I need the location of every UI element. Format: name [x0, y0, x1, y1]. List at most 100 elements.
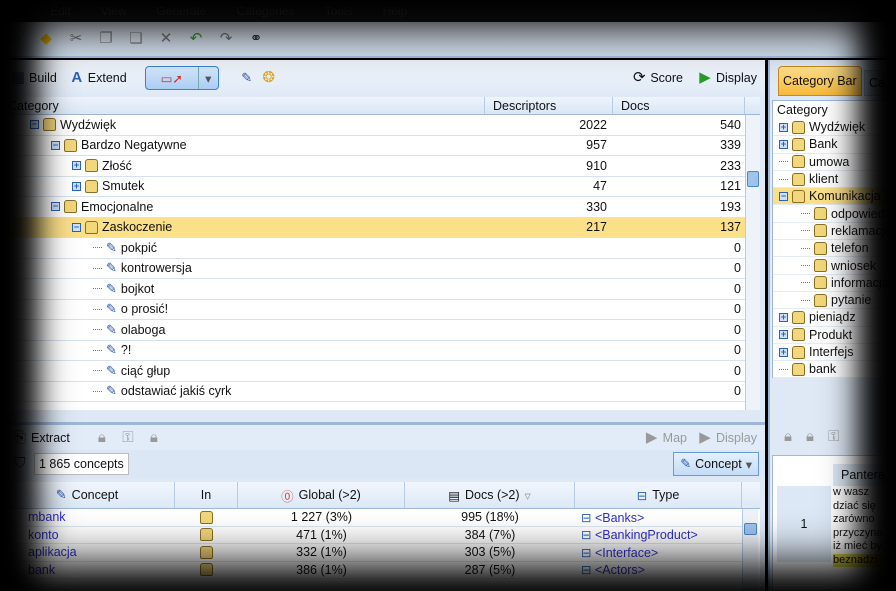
menu-item[interactable]: Generate [156, 4, 206, 18]
col-pantera[interactable]: Pantera [833, 464, 896, 486]
diamond-icon[interactable]: ◆ [38, 31, 54, 47]
category-bar-row[interactable]: wniosek [773, 257, 896, 275]
type-name[interactable]: <BankingProduct> [595, 528, 698, 542]
category-bar-row[interactable]: + Bank [773, 136, 896, 154]
col-in[interactable]: In [175, 482, 238, 508]
collapse-icon[interactable]: − [779, 191, 788, 201]
score-button[interactable]: ⟳ Score [631, 70, 683, 86]
tree-row[interactable]: + Złość 910 233 [0, 156, 745, 177]
lock-add-icon[interactable]: 🔒︎ [146, 429, 162, 446]
tree-row[interactable]: − Bardzo Negatywne 957 339 [0, 136, 745, 156]
build-button[interactable]: ▦ Build [10, 70, 57, 86]
tree-row[interactable]: ✎ o prosić! 0 [0, 300, 745, 320]
tree-row[interactable]: − Wydźwięk 2022 540 [0, 115, 745, 136]
paste-icon[interactable]: ❏ [128, 31, 144, 47]
col-descriptors[interactable]: Descriptors [485, 97, 613, 114]
category-bar-row[interactable]: umowa [773, 154, 896, 171]
tree-row[interactable]: ✎?! 0 [0, 341, 745, 361]
category-bar-row[interactable]: telefon [773, 240, 896, 258]
category-bar-row[interactable]: reklamacja [773, 223, 896, 241]
redo-icon[interactable]: ↷ [218, 31, 234, 47]
circle-icon[interactable]: ○ [8, 31, 24, 47]
expand-icon[interactable]: + [779, 347, 788, 357]
expand-icon[interactable]: + [72, 181, 81, 191]
lock-icon[interactable]: 🔒︎ [806, 428, 814, 445]
tree-row[interactable]: + Smutek 47 121 [0, 177, 745, 197]
chevron-down-icon[interactable]: ▾ [197, 67, 218, 89]
concepts-scrollbar[interactable] [742, 509, 758, 591]
filter-icon[interactable]: ⛉ [12, 456, 28, 472]
col-type[interactable]: ⊟ Type [575, 482, 742, 508]
expand-icon[interactable]: + [72, 161, 81, 171]
collapse-icon[interactable]: − [51, 202, 60, 212]
col-docs[interactable]: Docs [613, 97, 745, 114]
tree-row[interactable]: ✎ kontrowersja 0 [0, 259, 745, 279]
concept-dropdown[interactable]: ✎ Concept ▾ [673, 452, 759, 476]
concept-row[interactable]: konto 471 (1%) 384 (7%) ⊟ <BankingProduct> [0, 527, 742, 544]
undo-icon[interactable]: ↶ [188, 31, 204, 47]
category-bar-row[interactable]: odpowiedź [773, 205, 896, 223]
extract-button[interactable]: ⎘ Extract [12, 429, 70, 446]
category-bar-row[interactable]: + Interfejs [773, 344, 896, 362]
concept-name[interactable]: konto [0, 528, 175, 542]
binoculars-icon[interactable]: ⚭ [248, 31, 264, 47]
menu-item[interactable]: Help [383, 4, 408, 18]
tree-row[interactable]: ✎ olaboga 0 [0, 320, 745, 341]
concept-name[interactable]: aplikacja [0, 545, 175, 559]
copy-icon[interactable]: ❐ [98, 31, 114, 47]
col-global[interactable]: ⓪ Global (>2) [238, 482, 405, 508]
col-docs[interactable]: ▤ Docs (>2) ▿ [405, 482, 575, 508]
concept-row[interactable]: mbank 1 227 (3%) 995 (18%) ⊟ <Banks> [0, 509, 742, 527]
type-name[interactable]: <Interface> [595, 546, 658, 560]
category-icon[interactable]: ❂ [261, 70, 277, 86]
concept-name[interactable]: mbank [0, 510, 175, 524]
category-bar-row[interactable]: informacja [773, 275, 896, 292]
type-name[interactable]: <Actors> [595, 563, 645, 577]
category-bar-row[interactable]: + pieniądz [773, 309, 896, 327]
menu-item[interactable]: Tools [325, 4, 353, 18]
tree-row[interactable]: ✎ ciąć głup 0 [0, 361, 745, 382]
cut-icon[interactable]: ✂ [68, 31, 84, 47]
menu-item[interactable]: Categories [237, 4, 295, 18]
lock-icon[interactable]: 🔒︎ [784, 428, 792, 445]
category-bar-row[interactable]: + Wydźwięk [773, 119, 896, 137]
extend-button[interactable]: A Extend [69, 70, 126, 86]
collapse-icon[interactable]: − [51, 140, 60, 150]
expand-icon[interactable]: + [779, 139, 788, 149]
scroll-thumb[interactable] [744, 523, 757, 535]
category-bar-row[interactable]: + Produkt [773, 327, 896, 344]
tree-row[interactable]: − Emocjonalne 330 193 [0, 197, 745, 218]
tab-2[interactable]: Ca [864, 70, 896, 96]
map-button[interactable]: ▶ Map [644, 429, 687, 446]
collapse-icon[interactable]: − [30, 120, 39, 130]
expand-icon[interactable]: + [779, 312, 788, 322]
tree-row[interactable]: ✎ odstawiać jakiś cyrk 0 [0, 382, 745, 402]
lock-icon[interactable]: 🔒︎ [94, 429, 110, 446]
tab-category-bar[interactable]: Category Bar [778, 66, 862, 96]
category-bar-row[interactable]: bank [773, 361, 896, 379]
tree-row[interactable]: ✎ pokpić 0 [0, 238, 745, 259]
tree-row[interactable]: − Zaskoczenie 217 137 [0, 217, 745, 238]
col-concept[interactable]: ✎ Concept [0, 482, 175, 508]
delete-icon[interactable]: ✕ [158, 31, 174, 47]
locks-icon[interactable]: ⚿ [120, 429, 136, 446]
display-button-2[interactable]: ▶ Display [697, 429, 757, 446]
type-name[interactable]: <Banks> [595, 511, 644, 525]
expand-icon[interactable]: + [779, 330, 788, 340]
menu-item[interactable]: View [101, 4, 127, 18]
expand-icon[interactable]: + [779, 122, 788, 132]
tree-scrollbar[interactable] [745, 115, 760, 410]
concept-row[interactable]: bank 386 (1%) 287 (5%) ⊟ <Actors> [0, 562, 742, 579]
descriptor-icon[interactable]: ✎ [239, 70, 255, 86]
concept-name[interactable]: bank [0, 563, 175, 577]
scroll-thumb[interactable] [747, 171, 759, 187]
col-category[interactable]: Category [0, 97, 485, 114]
category-bar-row[interactable]: klient [773, 171, 896, 189]
category-bar-row[interactable]: − Komunikacja [773, 188, 896, 206]
action-dropdown[interactable]: ▭➚ ▾ [144, 66, 219, 90]
concept-row[interactable]: aplikacja 332 (1%) 303 (5%) ⊟ <Interface> [0, 544, 742, 562]
locks-icon[interactable]: ⚿ [828, 428, 839, 445]
category-bar-row[interactable]: pytanie [773, 292, 896, 310]
display-button[interactable]: ▶ Display [697, 70, 757, 86]
collapse-icon[interactable]: − [72, 222, 81, 232]
